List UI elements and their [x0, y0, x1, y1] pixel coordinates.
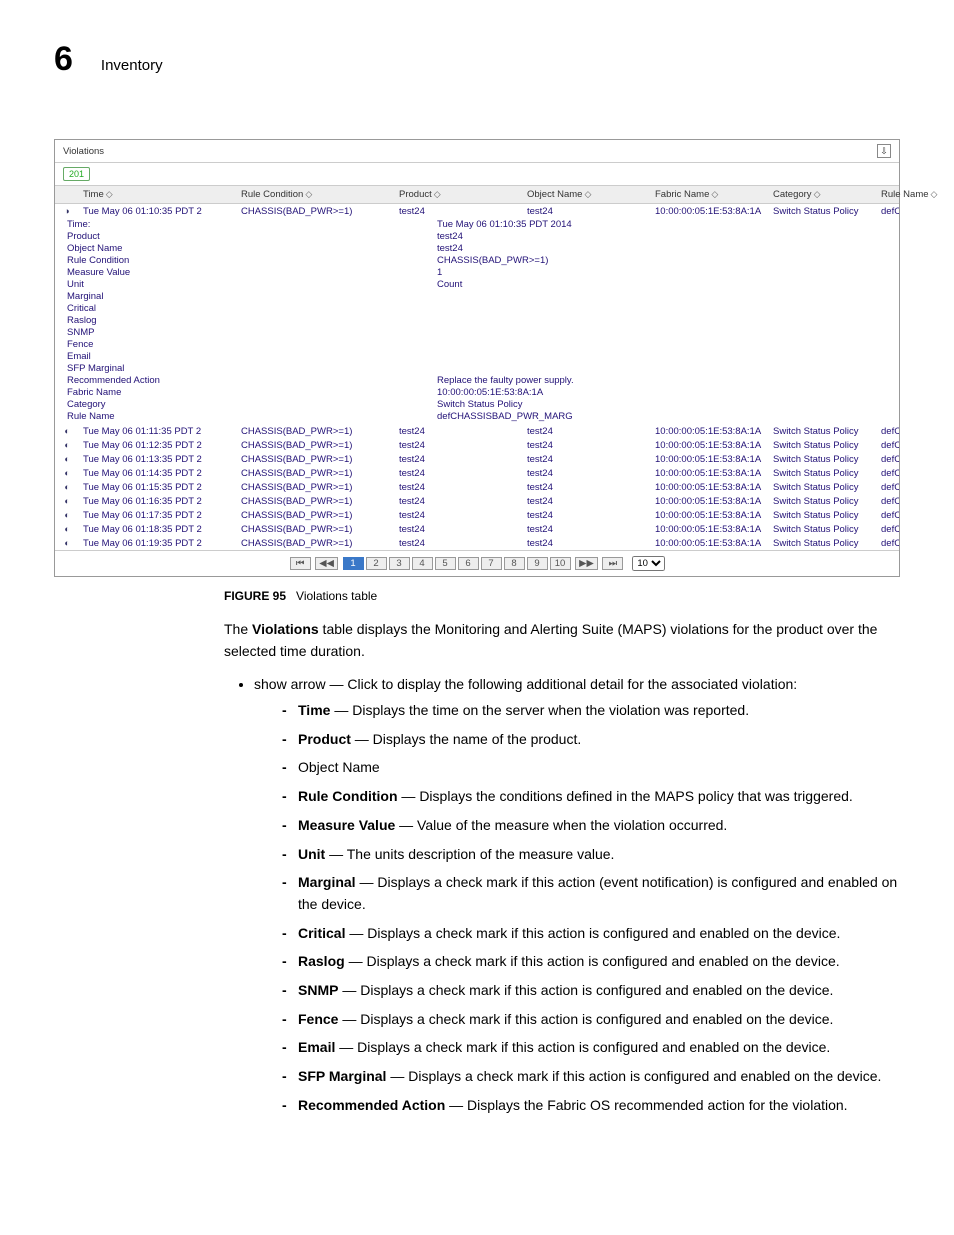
pager-page[interactable]: 7 [481, 557, 502, 570]
pager-first[interactable]: ⏮ [290, 557, 311, 570]
col-rule-condition[interactable]: Rule Condition◇ [237, 186, 395, 203]
table-row[interactable]: ◐Tue May 06 01:19:35 PDT 2CHASSIS(BAD_PW… [55, 536, 899, 550]
filter-badge[interactable]: 201 [63, 167, 90, 181]
expand-arrow-icon[interactable]: ◐ [55, 538, 79, 549]
pager-page[interactable]: 8 [504, 557, 525, 570]
definition-item: Rule Condition — Displays the conditions… [282, 786, 900, 808]
pager-last[interactable]: ⏭ [602, 557, 623, 570]
pager: ⏮ ◀◀ 12345678910 ▶▶ ⏭ 10 [55, 550, 899, 576]
sort-icon: ◇ [305, 189, 312, 200]
expand-arrow-icon[interactable]: ◐ [55, 454, 79, 465]
pager-page[interactable]: 4 [412, 557, 433, 570]
pager-size-select[interactable]: 10 [632, 556, 665, 571]
pager-next[interactable]: ▶▶ [575, 557, 598, 570]
pager-prev[interactable]: ◀◀ [315, 557, 338, 570]
expand-arrow-icon[interactable]: ◐ [55, 426, 79, 437]
col-product[interactable]: Product◇ [395, 186, 523, 203]
col-fabric-name[interactable]: Fabric Name◇ [651, 186, 769, 203]
col-time[interactable]: Time◇ [79, 186, 237, 203]
page-header: 6 Inventory [54, 40, 900, 79]
sort-icon: ◇ [106, 189, 113, 200]
row-detail: Time:Tue May 06 01:10:35 PDT 2014Product… [55, 218, 899, 424]
definition-item: Raslog — Displays a check mark if this a… [282, 951, 900, 973]
pager-page[interactable]: 6 [458, 557, 479, 570]
table-row[interactable]: ◐Tue May 06 01:12:35 PDT 2CHASSIS(BAD_PW… [55, 438, 899, 452]
table-header: Time◇ Rule Condition◇ Product◇ Object Na… [55, 185, 899, 204]
sort-icon: ◇ [584, 189, 591, 200]
expand-arrow-icon[interactable]: ◐ [55, 496, 79, 507]
table-row[interactable]: ◐Tue May 06 01:15:35 PDT 2CHASSIS(BAD_PW… [55, 480, 899, 494]
definition-item: Email — Displays a check mark if this ac… [282, 1037, 900, 1059]
definition-item: Critical — Displays a check mark if this… [282, 923, 900, 945]
sort-icon: ◇ [931, 189, 938, 200]
table-row[interactable]: ◐Tue May 06 01:16:35 PDT 2CHASSIS(BAD_PW… [55, 494, 899, 508]
col-rule-name[interactable]: Rule Name◇ [877, 186, 954, 203]
definition-item: Recommended Action — Displays the Fabric… [282, 1095, 900, 1117]
definition-item: Fence — Displays a check mark if this ac… [282, 1009, 900, 1031]
pager-page[interactable]: 1 [343, 557, 364, 570]
pager-page[interactable]: 2 [366, 557, 387, 570]
export-icon[interactable]: ⇩ [877, 144, 891, 158]
expand-arrow-icon[interactable]: ◐ [55, 524, 79, 535]
definition-item: Measure Value — Value of the measure whe… [282, 815, 900, 837]
definition-item: Time — Displays the time on the server w… [282, 700, 900, 722]
definition-item: SFP Marginal — Displays a check mark if … [282, 1066, 900, 1088]
col-category[interactable]: Category◇ [769, 186, 877, 203]
definition-item: SNMP — Displays a check mark if this act… [282, 980, 900, 1002]
sort-icon: ◇ [814, 189, 821, 200]
table-row[interactable]: ◐Tue May 06 01:13:35 PDT 2CHASSIS(BAD_PW… [55, 452, 899, 466]
chapter-title: Inventory [101, 57, 163, 74]
expand-arrow-icon[interactable]: ◐ [55, 510, 79, 521]
expand-arrow-icon[interactable]: ◐ [55, 468, 79, 479]
table-row[interactable]: ◐Tue May 06 01:14:35 PDT 2CHASSIS(BAD_PW… [55, 466, 899, 480]
pager-page[interactable]: 3 [389, 557, 410, 570]
definition-item: Unit — The units description of the meas… [282, 844, 900, 866]
violations-panel: Violations ⇩ 201 Time◇ Rule Condition◇ P… [54, 139, 900, 577]
table-row[interactable]: ◐Tue May 06 01:17:35 PDT 2CHASSIS(BAD_PW… [55, 508, 899, 522]
figure-caption: FIGURE 95 Violations table [224, 589, 900, 603]
sort-icon: ◇ [711, 189, 718, 200]
panel-title: Violations [63, 146, 877, 157]
table-row[interactable]: ◐Tue May 06 01:18:35 PDT 2CHASSIS(BAD_PW… [55, 522, 899, 536]
body-text: The Violations table displays the Monito… [224, 619, 900, 1116]
definition-item: Object Name [282, 757, 900, 779]
expand-arrow-icon[interactable]: ◐ [55, 440, 79, 451]
sort-icon: ◇ [434, 189, 441, 200]
table-row[interactable]: ◐Tue May 06 01:11:35 PDT 2CHASSIS(BAD_PW… [55, 424, 899, 438]
definition-item: Marginal — Displays a check mark if this… [282, 872, 900, 915]
expand-arrow-icon[interactable]: ◑ [55, 206, 79, 217]
expand-arrow-icon[interactable]: ◐ [55, 482, 79, 493]
definition-item: Product — Displays the name of the produ… [282, 729, 900, 751]
table-row[interactable]: ◑Tue May 06 01:10:35 PDT 2CHASSIS(BAD_PW… [55, 204, 899, 218]
pager-page[interactable]: 10 [550, 557, 571, 570]
col-object-name[interactable]: Object Name◇ [523, 186, 651, 203]
pager-page[interactable]: 5 [435, 557, 456, 570]
bullet-show-arrow: show arrow — Click to display the follow… [254, 674, 900, 1116]
chapter-number: 6 [54, 40, 73, 79]
pager-page[interactable]: 9 [527, 557, 548, 570]
